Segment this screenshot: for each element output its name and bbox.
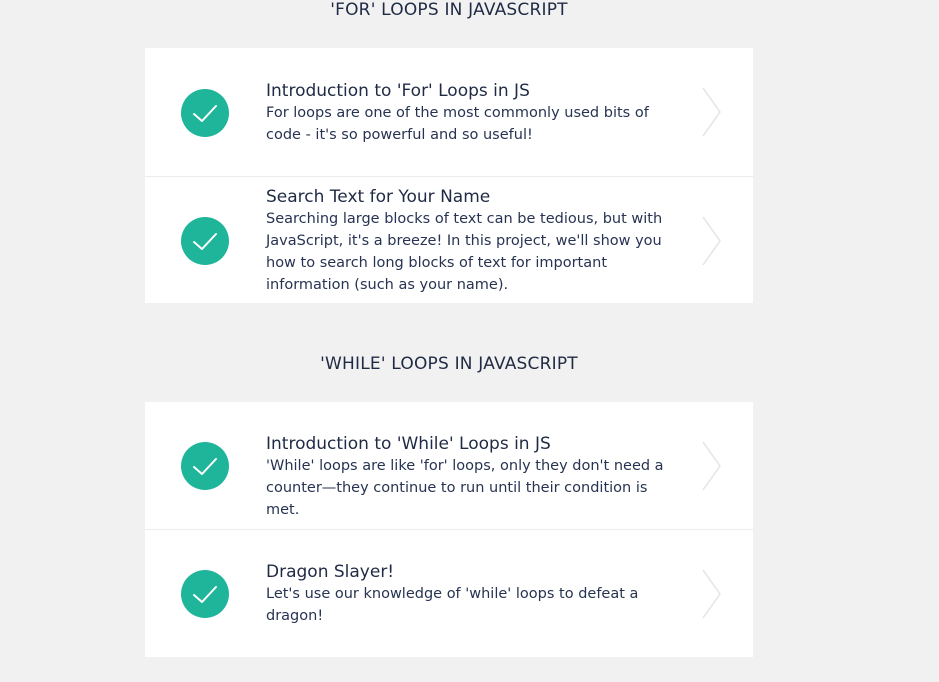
lesson-description: Searching large blocks of text can be te… <box>266 211 663 293</box>
chevron-right-icon <box>702 569 721 619</box>
lesson-item-dragon-slayer[interactable]: Dragon Slayer! Let's use our knowledge o… <box>145 529 753 657</box>
chevron-right-icon <box>702 441 721 491</box>
lesson-title: Introduction to 'For' Loops in JS <box>266 81 530 101</box>
lesson-item-intro-for-loops[interactable]: Introduction to 'For' Loops in JS For lo… <box>145 48 753 176</box>
check-icon <box>181 217 229 265</box>
section-card-while-loops: Introduction to 'While' Loops in JS 'Whi… <box>145 402 753 657</box>
lesson-item-intro-while-loops[interactable]: Introduction to 'While' Loops in JS 'Whi… <box>145 402 753 529</box>
lesson-title: Introduction to 'While' Loops in JS <box>266 434 551 454</box>
chevron-right-icon <box>702 216 721 266</box>
course-page: 'FOR' LOOPS IN JAVASCRIPT Introduction t… <box>0 0 939 682</box>
lesson-title: Dragon Slayer! <box>266 562 395 582</box>
chevron-right-icon <box>702 87 721 137</box>
section-title-while-loops: 'WHILE' LOOPS IN JAVASCRIPT <box>320 354 578 374</box>
check-icon <box>181 89 229 137</box>
section-card-for-loops: Introduction to 'For' Loops in JS For lo… <box>145 48 753 303</box>
check-icon <box>181 442 229 490</box>
lesson-description: For loops are one of the most commonly u… <box>266 105 649 143</box>
lesson-description: 'While' loops are like 'for' loops, only… <box>266 458 664 518</box>
lesson-description: Let's use our knowledge of 'while' loops… <box>266 586 639 624</box>
lesson-title: Search Text for Your Name <box>266 187 491 207</box>
check-icon <box>181 570 229 618</box>
section-title-for-loops: 'FOR' LOOPS IN JAVASCRIPT <box>330 0 568 20</box>
lesson-item-search-text[interactable]: Search Text for Your Name Searching larg… <box>145 176 753 303</box>
